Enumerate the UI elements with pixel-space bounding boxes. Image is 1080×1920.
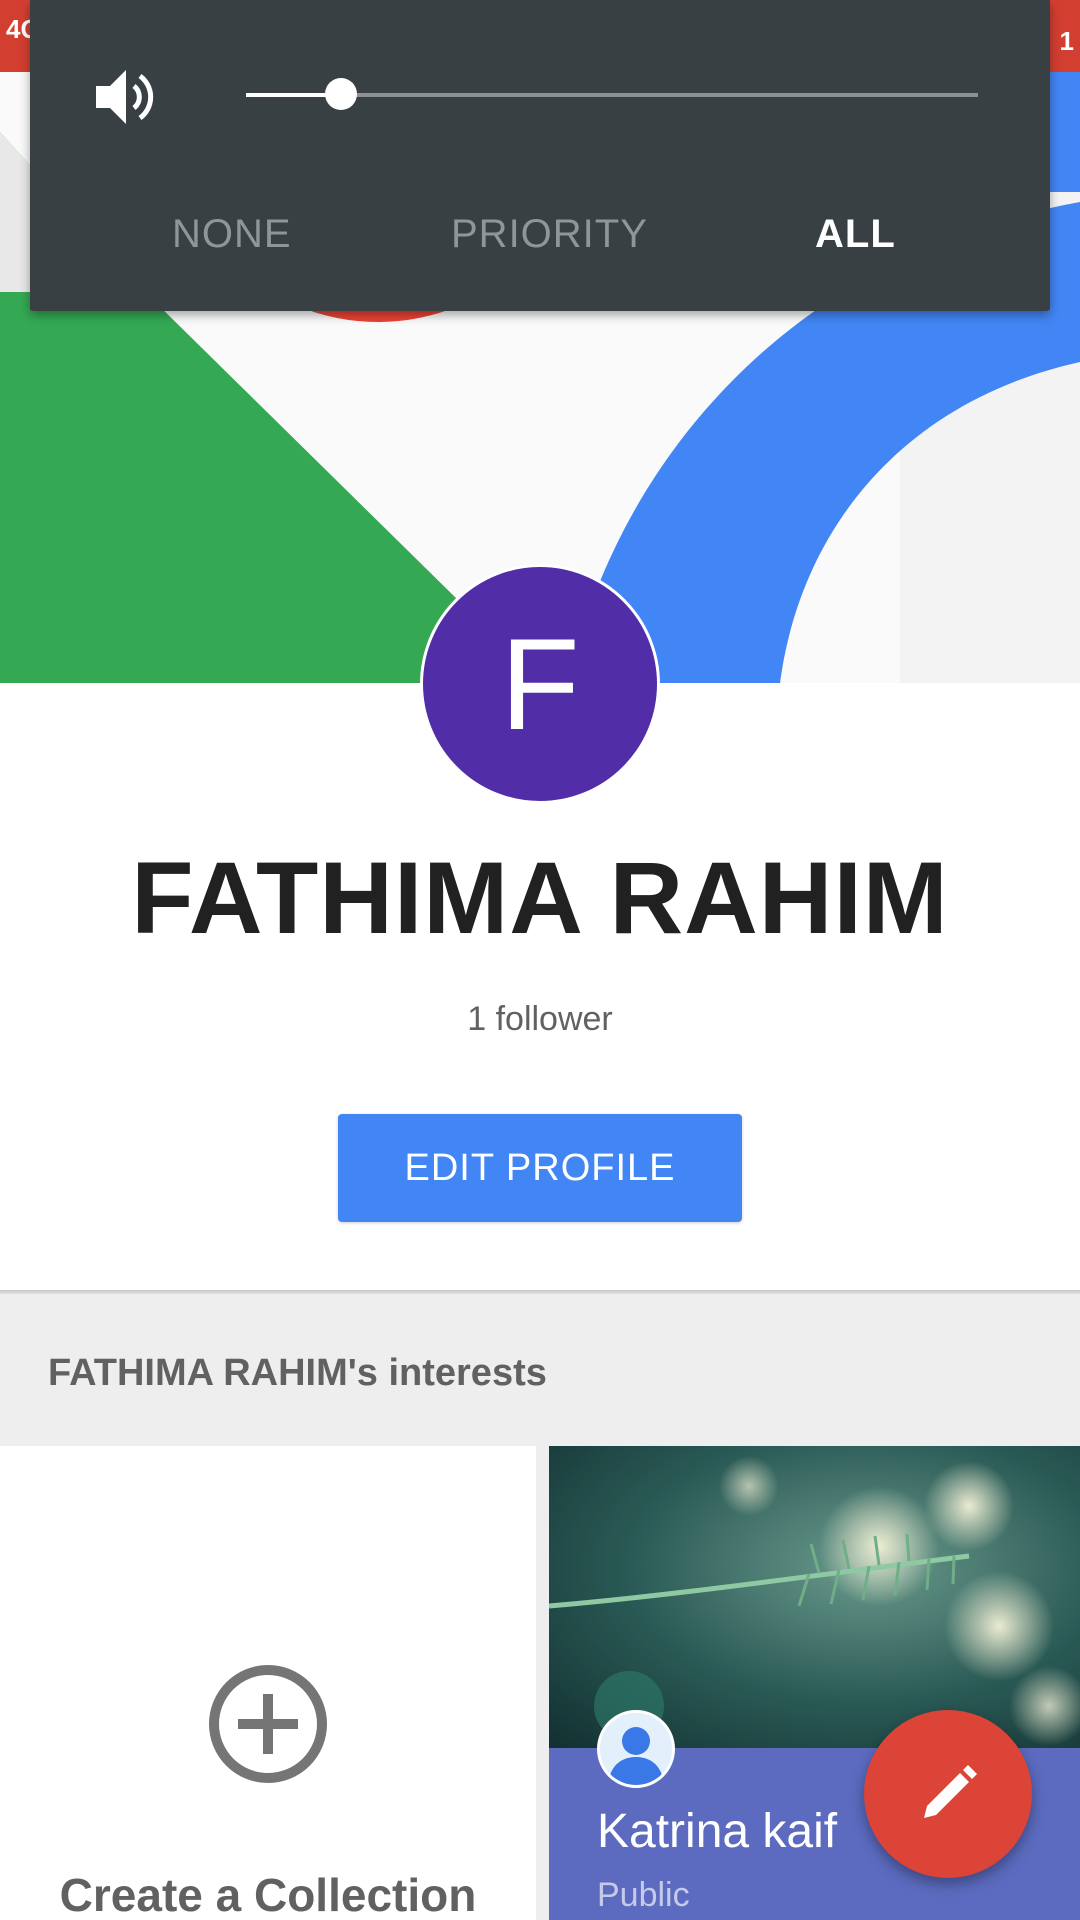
mode-all-button[interactable]: ALL <box>815 212 896 257</box>
edit-profile-button[interactable]: EDIT PROFILE <box>338 1114 742 1222</box>
mode-priority-button[interactable]: PRIORITY <box>451 212 648 257</box>
person-icon <box>597 1710 675 1788</box>
profile-avatar[interactable]: F <box>420 564 660 804</box>
compose-fab[interactable] <box>864 1710 1032 1878</box>
add-circle-icon[interactable] <box>208 1664 328 1784</box>
volume-panel: NONE PRIORITY ALL <box>30 0 1050 311</box>
profile-name: FATHIMA RAHIM <box>131 841 949 955</box>
mode-none-button[interactable]: NONE <box>172 212 292 257</box>
pencil-icon <box>924 1765 977 1818</box>
volume-slider-thumb[interactable] <box>325 78 357 110</box>
collection-cover-photo <box>549 1446 1080 1748</box>
interests-title: FATHIMA RAHIM's interests <box>48 1352 547 1394</box>
collection-name: Katrina kaif <box>597 1805 838 1858</box>
status-indicator: 1 <box>1059 26 1074 56</box>
collection-visibility: Public <box>597 1876 690 1914</box>
follower-count[interactable]: 1 follower <box>0 1000 1080 1039</box>
speaker-volume-icon[interactable] <box>92 64 158 130</box>
create-collection-label[interactable]: Create a Collection <box>0 1868 536 1920</box>
